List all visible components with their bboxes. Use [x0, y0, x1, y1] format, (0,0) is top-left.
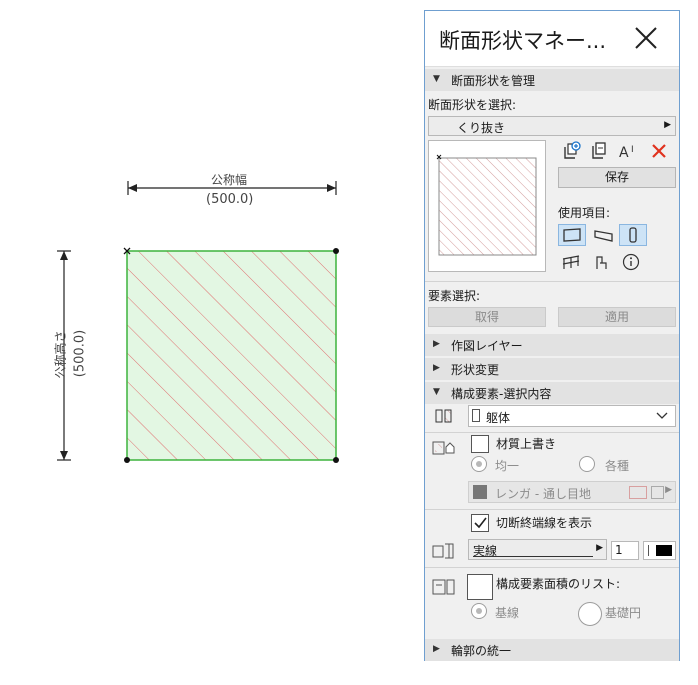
palette-title-bar[interactable]: 断面形状マネー...: [425, 11, 679, 67]
show-cut-end-label: 切断終端線を表示: [496, 516, 593, 530]
usage-beam-icon[interactable]: [590, 224, 618, 246]
save-button[interactable]: 保存: [558, 167, 676, 188]
profile-shape[interactable]: [123, 247, 339, 463]
base-circle-label: 基礎円: [605, 606, 642, 620]
expand-arrow-icon: ▶: [433, 644, 440, 654]
usage-wall-icon[interactable]: [558, 224, 586, 246]
override-material-label: 材質上書き: [496, 437, 557, 451]
separator: [425, 281, 679, 282]
component-area-icon: [430, 576, 458, 598]
pen-divider: [648, 545, 649, 556]
material-texture-icon: [651, 486, 664, 499]
width-value: (500.0): [206, 192, 254, 207]
drawing-canvas[interactable]: 公称幅 (500.0) 公称高さ (500.0): [0, 0, 420, 682]
building-material-value: 躯体: [486, 411, 511, 425]
line-type-select[interactable]: 実線 ▶: [468, 539, 607, 560]
drafting-layer-section-label: 作図レイヤー: [451, 339, 523, 353]
uniform-radio[interactable]: [471, 456, 487, 472]
component-area-label: 構成要素面積のリスト:: [496, 577, 621, 591]
new-profile-icon[interactable]: [560, 140, 582, 162]
submenu-arrow-icon: ▶: [596, 543, 603, 553]
submenu-arrow-icon: ▶: [664, 120, 671, 130]
close-icon[interactable]: [633, 25, 659, 51]
override-material-checkbox[interactable]: [471, 435, 489, 453]
material-grid-icon: [629, 486, 647, 499]
delete-profile-icon[interactable]: [648, 140, 670, 162]
collapse-arrow-icon: ▼: [433, 387, 440, 397]
pen-number-input[interactable]: 1: [611, 541, 639, 560]
contour-section-label: 輪郭の統一: [451, 644, 512, 658]
profile-select[interactable]: くり抜き ▶: [428, 116, 676, 136]
various-label: 各種: [605, 459, 630, 473]
width-label: 公称幅: [211, 173, 248, 187]
expand-arrow-icon: ▶: [433, 339, 440, 349]
modify-section-header[interactable]: ▶ 形状変更: [425, 358, 679, 380]
separator: [425, 509, 679, 510]
usage-railing-icon[interactable]: [560, 251, 582, 273]
base-line-label: 基線: [495, 606, 520, 620]
submenu-arrow-icon: ▶: [665, 485, 672, 495]
material-swatch-icon: [472, 409, 480, 422]
apply-button[interactable]: 適用: [558, 307, 676, 327]
collapse-arrow-icon: ▼: [433, 74, 440, 84]
manage-section-label: 断面形状を管理: [451, 74, 536, 88]
component-section-label: 構成要素-選択内容: [451, 387, 552, 401]
rename-profile-icon[interactable]: AI: [618, 140, 640, 162]
drafting-layer-section-header[interactable]: ▶ 作図レイヤー: [425, 334, 679, 356]
height-value: (500.0): [72, 329, 88, 378]
usage-column-icon[interactable]: [619, 224, 647, 246]
contour-section-header[interactable]: ▶ 輪郭の統一: [425, 639, 679, 661]
override-material-icon: [430, 436, 458, 458]
base-line-radio[interactable]: [471, 603, 487, 619]
base-circle-radio[interactable]: [578, 602, 602, 626]
profile-preview: [428, 140, 546, 272]
info-icon[interactable]: [620, 251, 642, 273]
cut-end-line-icon: [430, 539, 458, 561]
profile-manager-palette: 断面形状マネー... ▼ 断面形状を管理 断面形状を選択: くり抜き ▶ AI …: [424, 10, 680, 661]
select-profile-label: 断面形状を選択:: [428, 98, 517, 112]
line-sample: [473, 556, 593, 557]
pen-color-picker[interactable]: [643, 541, 676, 560]
component-area-checkbox[interactable]: [467, 574, 493, 600]
various-radio[interactable]: [579, 456, 595, 472]
modify-section-label: 形状変更: [451, 363, 500, 377]
material-select[interactable]: レンガ - 通し目地 ▶: [468, 481, 676, 503]
pen-number-value: 1: [615, 543, 623, 557]
show-cut-end-checkbox[interactable]: [471, 514, 489, 532]
usage-object-icon[interactable]: [590, 251, 612, 273]
svg-text:I: I: [631, 145, 634, 155]
duplicate-profile-icon[interactable]: [588, 140, 610, 162]
svg-text:A: A: [619, 145, 629, 161]
component-section-header[interactable]: ▼ 構成要素-選択内容: [425, 382, 679, 404]
building-material-select[interactable]: 躯体: [468, 405, 676, 427]
expand-arrow-icon: ▶: [433, 363, 440, 373]
material-value: レンガ - 通し目地: [495, 487, 591, 501]
separator: [425, 432, 679, 433]
pen-color-swatch: [656, 545, 672, 556]
building-material-icon: [433, 405, 455, 427]
chevron-down-icon: [655, 407, 669, 426]
get-button[interactable]: 取得: [428, 307, 546, 327]
palette-title: 断面形状マネー...: [439, 29, 607, 53]
uniform-label: 均一: [495, 459, 520, 473]
usage-label: 使用項目:: [558, 206, 611, 220]
brick-swatch-icon: [473, 485, 487, 499]
separator: [425, 567, 679, 568]
profile-select-value: くり抜き: [457, 121, 506, 135]
element-select-label: 要素選択:: [428, 289, 481, 303]
height-label: 公称高さ: [53, 330, 68, 379]
manage-section-header[interactable]: ▼ 断面形状を管理: [425, 69, 679, 91]
